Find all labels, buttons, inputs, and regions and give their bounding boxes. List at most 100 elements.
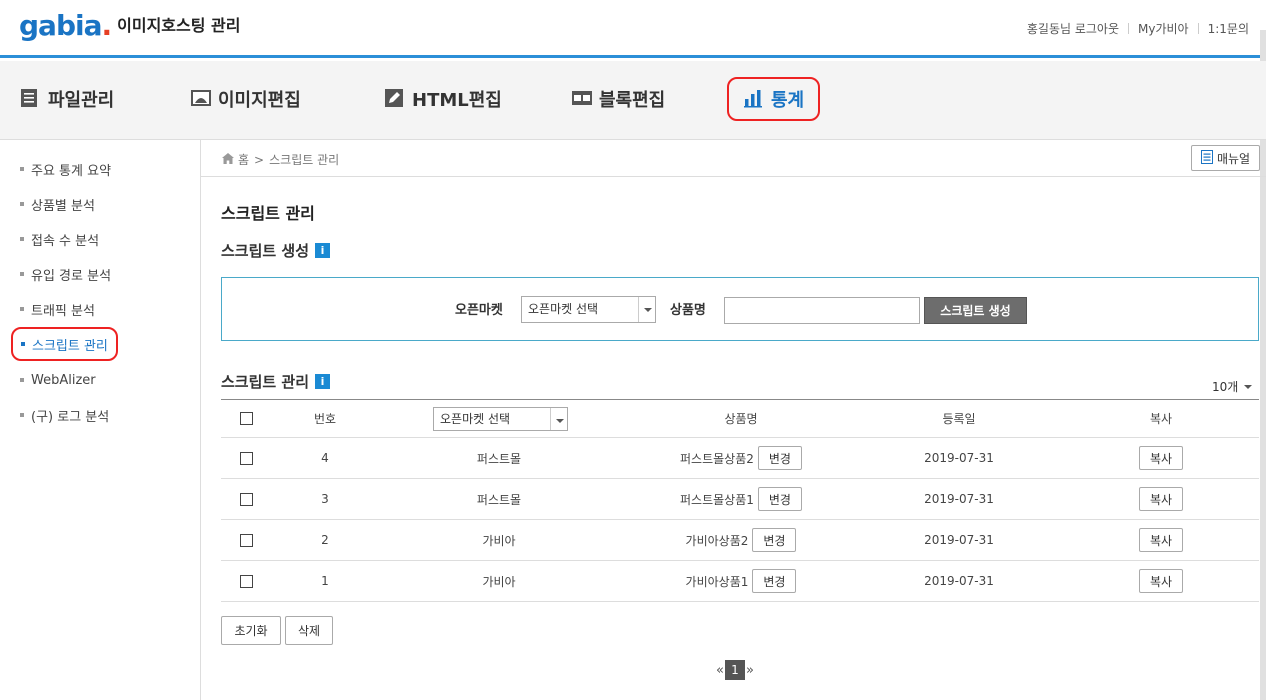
manual-label: 매뉴얼 <box>1216 151 1251 166</box>
row-product: 퍼스트몰상품2 <box>680 451 754 466</box>
change-button[interactable]: 변경 <box>752 528 797 552</box>
row-market: 퍼스트몰 <box>476 451 522 466</box>
create-script-button[interactable]: 스크립트 생성 <box>924 297 1027 324</box>
copy-button[interactable]: 복사 <box>1138 528 1184 552</box>
column-header-no: 번호 <box>313 412 337 426</box>
prev-page-button[interactable]: « <box>716 663 724 678</box>
row-product: 가비아상품2 <box>685 533 749 548</box>
document-icon <box>1200 149 1213 167</box>
reset-button[interactable]: 초기화 <box>221 616 281 645</box>
market-filter-select[interactable]: 오픈마켓 선택 <box>433 406 568 431</box>
pagination: « 1 » <box>716 660 754 680</box>
my-gabia-link[interactable]: My가비아 <box>1129 20 1198 37</box>
row-checkbox[interactable] <box>239 574 253 588</box>
logo-mark: gabia. <box>19 9 112 42</box>
column-header-copy: 복사 <box>1149 412 1173 426</box>
page-size-select[interactable]: 10개 <box>1212 378 1253 395</box>
sidebar-item-traffic-analysis[interactable]: 트래픽 분석 <box>20 300 95 319</box>
breadcrumb-separator: > <box>254 152 265 167</box>
row-checkbox[interactable] <box>239 533 253 547</box>
sidebar-item-old-log-analysis[interactable]: (구) 로그 분석 <box>20 406 109 425</box>
sidebar-item-label: WebAlizer <box>31 372 96 388</box>
sidebar-item-summary[interactable]: 주요 통계 요약 <box>20 160 112 179</box>
header-checkbox-cell <box>221 400 271 437</box>
change-button[interactable]: 변경 <box>757 487 802 511</box>
column-header-date: 등록일 <box>942 412 976 426</box>
row-checkbox-cell <box>221 438 271 478</box>
chevron-down-icon <box>638 297 655 322</box>
sidebar-item-label: 주요 통계 요약 <box>31 163 112 179</box>
breadcrumb-bar: 홈 > 스크립트 관리 매뉴얼 <box>201 140 1266 177</box>
manual-button[interactable]: 매뉴얼 <box>1191 145 1260 171</box>
row-checkbox-cell <box>221 479 271 519</box>
copy-button[interactable]: 복사 <box>1138 487 1184 511</box>
logo[interactable]: gabia. 이미지호스팅 관리 <box>19 10 240 42</box>
row-product: 퍼스트몰상품1 <box>680 492 754 507</box>
bullet-icon <box>20 167 24 171</box>
row-product: 가비아상품1 <box>685 574 749 589</box>
sidebar-item-label: 접속 수 분석 <box>31 233 100 249</box>
change-button[interactable]: 변경 <box>757 446 802 470</box>
table-row: 2 가비아 가비아상품2 변경 2019-07-31 복사 <box>221 520 1259 561</box>
sidebar-item-product-analysis[interactable]: 상품별 분석 <box>20 195 95 214</box>
copy-button[interactable]: 복사 <box>1138 569 1184 593</box>
sidebar-item-script-manage[interactable]: 스크립트 관리 <box>11 327 118 361</box>
table-header-row: 번호 오픈마켓 선택 상품명 등록일 복사 <box>221 400 1259 438</box>
nav-label: 이미지편집 <box>218 90 301 111</box>
nav-html-edit[interactable]: HTML편집 <box>384 81 502 117</box>
info-icon[interactable]: i <box>315 243 331 258</box>
breadcrumb-home[interactable]: 홈 <box>238 151 249 168</box>
page-size-value: 10개 <box>1212 380 1239 394</box>
row-date: 2019-07-31 <box>924 533 994 547</box>
nav-file-manage[interactable]: 파일관리 <box>20 81 114 117</box>
row-checkbox-cell <box>221 561 271 601</box>
row-no: 3 <box>321 492 329 506</box>
row-copy-cell: 복사 <box>1091 438 1231 478</box>
row-date: 2019-07-31 <box>924 492 994 506</box>
nav-label: HTML편집 <box>412 90 502 111</box>
section-title-manage: 스크립트 관리 i <box>221 371 331 392</box>
row-checkbox[interactable] <box>239 492 253 506</box>
sidebar-item-referrer-analysis[interactable]: 유입 경로 분석 <box>20 265 112 284</box>
nav-block-edit[interactable]: 블록편집 <box>571 81 665 117</box>
row-checkbox[interactable] <box>239 451 253 465</box>
inquiry-link[interactable]: 1:1문의 <box>1199 20 1258 37</box>
sidebar-item-label: 상품별 분석 <box>31 198 95 214</box>
row-market: 퍼스트몰 <box>476 492 522 507</box>
column-header-product: 상품명 <box>724 412 758 426</box>
page-title: 스크립트 관리 <box>221 204 315 223</box>
top-links: 홍길동님 로그아웃 My가비아 1:1문의 <box>1018 20 1258 37</box>
bullet-icon <box>21 342 25 346</box>
bullet-icon <box>20 307 24 311</box>
sidebar-item-label: 유입 경로 분석 <box>31 268 112 284</box>
logout-link[interactable]: 홍길동님 로그아웃 <box>1018 20 1128 37</box>
chevron-down-icon <box>1244 384 1253 389</box>
section-title-label: 스크립트 관리 <box>221 373 310 391</box>
nav-statistics[interactable]: 통계 <box>727 77 821 121</box>
info-icon[interactable]: i <box>315 374 331 389</box>
sidebar: 주요 통계 요약 상품별 분석 접속 수 분석 유입 경로 분석 트래픽 분석 … <box>0 140 201 700</box>
table-row: 3 퍼스트몰 퍼스트몰상품1 변경 2019-07-31 복사 <box>221 479 1259 520</box>
row-copy-cell: 복사 <box>1091 520 1231 560</box>
bar-chart-icon <box>743 88 765 110</box>
nav-label: 통계 <box>771 90 805 111</box>
product-name-input[interactable] <box>724 297 920 324</box>
bullet-icon <box>20 413 24 417</box>
delete-button[interactable]: 삭제 <box>285 616 333 645</box>
sidebar-item-webalizer[interactable]: WebAlizer <box>20 371 96 389</box>
openmarket-select[interactable]: 오픈마켓 선택 <box>521 296 656 323</box>
chevron-down-icon <box>550 407 567 430</box>
change-button[interactable]: 변경 <box>752 569 797 593</box>
sidebar-item-visit-analysis[interactable]: 접속 수 분석 <box>20 230 100 249</box>
nav-image-edit[interactable]: 이미지편집 <box>190 81 301 117</box>
section-title-label: 스크립트 생성 <box>221 242 310 260</box>
nav-label: 파일관리 <box>48 90 115 111</box>
next-page-button[interactable]: » <box>746 663 754 678</box>
page-number-current[interactable]: 1 <box>724 660 745 680</box>
pencil-icon <box>384 88 406 110</box>
copy-button[interactable]: 복사 <box>1138 446 1184 470</box>
row-no: 4 <box>321 451 329 465</box>
app-title: 이미지호스팅 관리 <box>117 16 241 35</box>
select-all-checkbox[interactable] <box>239 412 253 425</box>
row-no: 2 <box>321 533 329 547</box>
